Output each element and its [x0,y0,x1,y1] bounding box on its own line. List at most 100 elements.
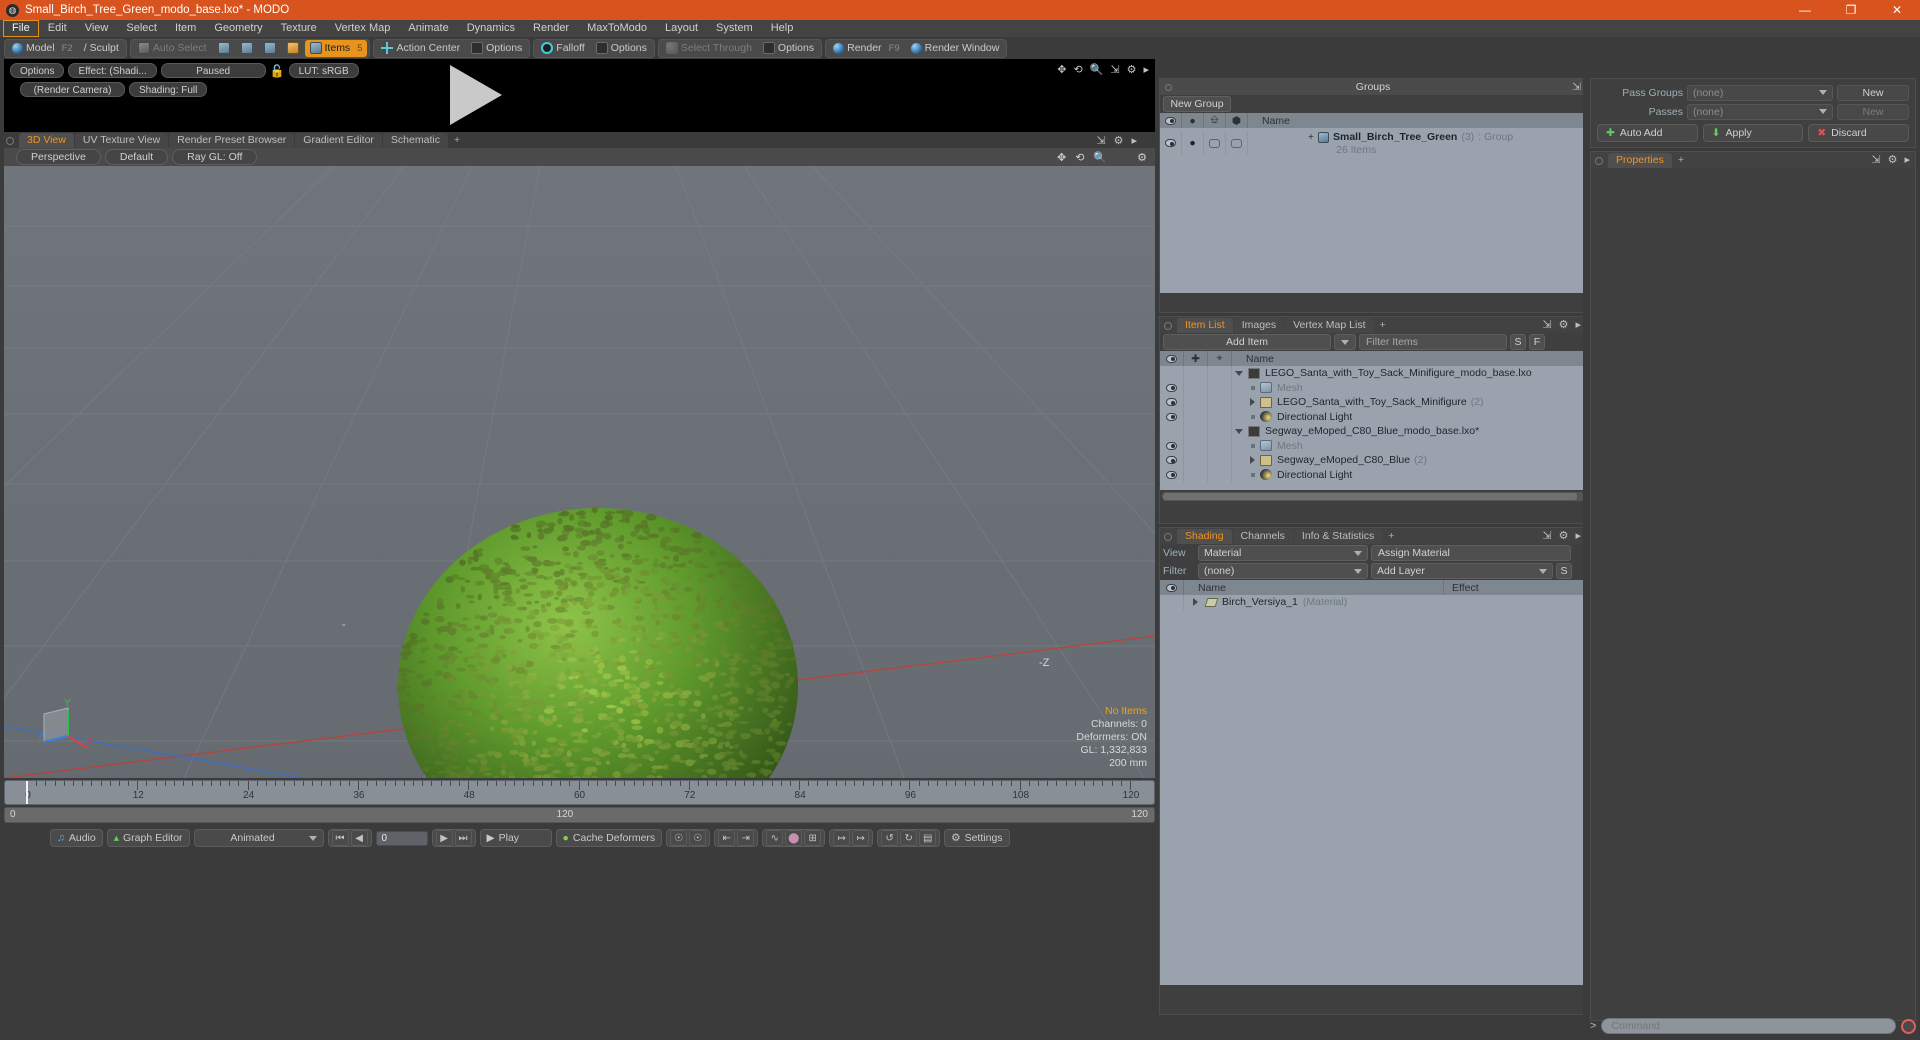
properties-gear-icon[interactable]: ⚙ [1888,153,1898,166]
discard-button[interactable]: ✖ Discard [1808,124,1910,142]
item-list-expand-icon[interactable]: ⇲ [1542,318,1551,331]
row-expander[interactable] [1232,456,1260,465]
menu-item-edit[interactable]: Edit [39,20,76,37]
close-button[interactable]: ✕ [1874,0,1920,20]
tab-shading[interactable]: Shading [1177,529,1232,544]
item-col-eye-icon[interactable] [1160,351,1184,366]
handles-icon[interactable]: ⊞ [804,830,822,846]
groups-expand-icon[interactable]: ⇲ [1572,81,1581,93]
tab-vertex-map-list[interactable]: Vertex Map List [1285,318,1374,333]
groups-col-cube-solid-icon[interactable]: ⬢ [1226,113,1248,128]
properties-add-tab[interactable]: + [1673,153,1689,168]
groups-panel-dot[interactable] [1165,83,1172,91]
panel-splitter[interactable] [1583,78,1588,1028]
item-col-add-icon[interactable]: ✚ [1184,351,1208,366]
shading-gear-icon[interactable]: ⚙ [1559,529,1569,542]
reload-icon[interactable]: ↻ [900,830,918,846]
new-group-button[interactable]: New Group [1163,96,1231,112]
viewport-rotate-icon[interactable]: ⟲ [1075,151,1084,164]
passes-dropdown[interactable]: (none) [1687,103,1833,120]
action-center-button[interactable]: Action Center [376,40,465,57]
passes-new-button[interactable]: New [1837,103,1909,120]
viewport-chevron-icon[interactable]: ▸ [1131,134,1137,147]
menu-item-maxtomodo[interactable]: MaxToModo [578,20,656,37]
tab-info-statistics[interactable]: Info & Statistics [1293,529,1383,544]
sculpt-mode-button[interactable]: / Sculpt [79,40,124,57]
row-visibility-toggle[interactable] [1160,424,1184,439]
item-list-horizontal-scrollbar[interactable] [1162,492,1584,501]
row-visibility-toggle[interactable] [1160,395,1184,410]
zoom-icon[interactable]: 🔍 [1090,63,1104,76]
row-visibility-toggle[interactable] [1160,438,1184,453]
minimize-button[interactable]: — [1782,0,1828,20]
preview-options-button[interactable]: Options [10,63,65,78]
shading-add-tab[interactable]: + [1383,529,1399,544]
row-expander[interactable] [1232,428,1248,434]
tab-channels[interactable]: Channels [1232,529,1293,544]
preview-effect-button[interactable]: Effect: (Shadi... [68,63,157,78]
groups-col-camera-icon[interactable]: ● [1182,113,1204,128]
add-layer-dropdown[interactable]: Add Layer [1371,563,1553,579]
raygl-button[interactable]: Ray GL: Off [172,149,258,165]
tab-schematic[interactable]: Schematic [382,133,448,148]
tab-uv-texture-view[interactable]: UV Texture View [74,133,169,148]
row-lock-toggle[interactable] [1184,409,1208,424]
list-item[interactable]: Segway_eMoped_C80_Blue_modo_base.lxo* [1160,424,1586,439]
rotate-icon[interactable]: ⟲ [1073,63,1082,76]
list-item[interactable]: Mesh [1160,438,1586,453]
add-item-dropdown[interactable] [1334,334,1356,350]
groups-col-cube-outline-icon[interactable]: ⎒ [1204,113,1226,128]
viewport-pan-icon[interactable]: ✥ [1057,151,1066,164]
go-to-end-button[interactable]: ⏭ [454,830,472,846]
preview-paused-button[interactable]: Paused [160,63,266,78]
viewport-tab-dot[interactable] [6,137,14,145]
list-item[interactable]: Mesh [1160,380,1586,395]
lock-icon[interactable]: 🔓 [270,64,285,78]
menu-item-texture[interactable]: Texture [272,20,326,37]
step-back-button[interactable]: ◀ [350,830,368,846]
timeline-ruler[interactable]: 0 12 24 36 48 60 72 84 96 108 120 [4,780,1155,805]
action-center-options-button[interactable]: Options [466,40,527,57]
key-channel-icon[interactable]: ☉ [670,830,688,846]
group-row-expander[interactable]: + [1248,131,1318,143]
falloff-button[interactable]: Falloff [536,40,589,57]
row-transform-toggle[interactable] [1208,438,1232,453]
row-expander[interactable] [1232,370,1248,376]
table-row[interactable]: ● + Small_Birch_Tree_Green (3) : Group 2… [1160,128,1586,156]
go-to-start-button[interactable]: ⏮ [331,830,349,846]
shading-panel-dot[interactable] [1164,533,1172,541]
menu-item-animate[interactable]: Animate [399,20,457,37]
pass-groups-new-button[interactable]: New [1837,84,1909,101]
select-through-options-button[interactable]: Options [758,40,819,57]
groups-list-body[interactable]: ● + Small_Birch_Tree_Green (3) : Group 2… [1160,128,1586,293]
timeline-playhead[interactable] [26,781,28,804]
cache-deformers-button[interactable]: ● Cache Deformers [555,829,663,847]
range-out-icon[interactable]: ↦ [852,830,870,846]
row-lock-toggle[interactable] [1184,366,1208,381]
row-transform-toggle[interactable] [1208,366,1232,381]
row-visibility-toggle[interactable] [1160,380,1184,395]
viewport-3d[interactable]: -Z - X Y Z No Items Channels: 0 Deformer… [4,166,1155,778]
add-item-button[interactable]: Add Item [1163,334,1331,350]
range-in-icon[interactable]: ↦ [833,830,851,846]
row-transform-toggle[interactable] [1208,409,1232,424]
properties-panel-dot[interactable] [1595,157,1603,165]
render-button[interactable]: Render F9 [828,40,905,57]
key-item-icon[interactable]: ☉ [689,830,707,846]
link-icon[interactable]: ↺ [881,830,899,846]
row-visibility-toggle[interactable] [1160,409,1184,424]
preview-camera-button[interactable]: (Render Camera) [20,82,125,97]
row-lock-toggle[interactable] [1184,467,1208,482]
tab-3d-view[interactable]: 3D View [19,133,74,148]
tab-item-list[interactable]: Item List [1177,318,1233,333]
menu-item-vertex-map[interactable]: Vertex Map [326,20,400,37]
resize-icon[interactable]: ⇲ [1110,63,1119,76]
list-item[interactable]: LEGO_Santa_with_Toy_Sack_Minifigure_modo… [1160,366,1586,381]
assign-material-button[interactable]: Assign Material [1371,545,1571,561]
group-row-toggle-2[interactable] [1226,131,1248,155]
row-visibility-toggle[interactable] [1160,467,1184,482]
viewport-zoom-icon[interactable]: 🔍 [1093,151,1107,164]
apply-button[interactable]: ⬇ Apply [1702,124,1804,142]
list-item[interactable]: Directional Light [1160,409,1586,424]
item-list-add-tab[interactable]: + [1375,318,1391,333]
